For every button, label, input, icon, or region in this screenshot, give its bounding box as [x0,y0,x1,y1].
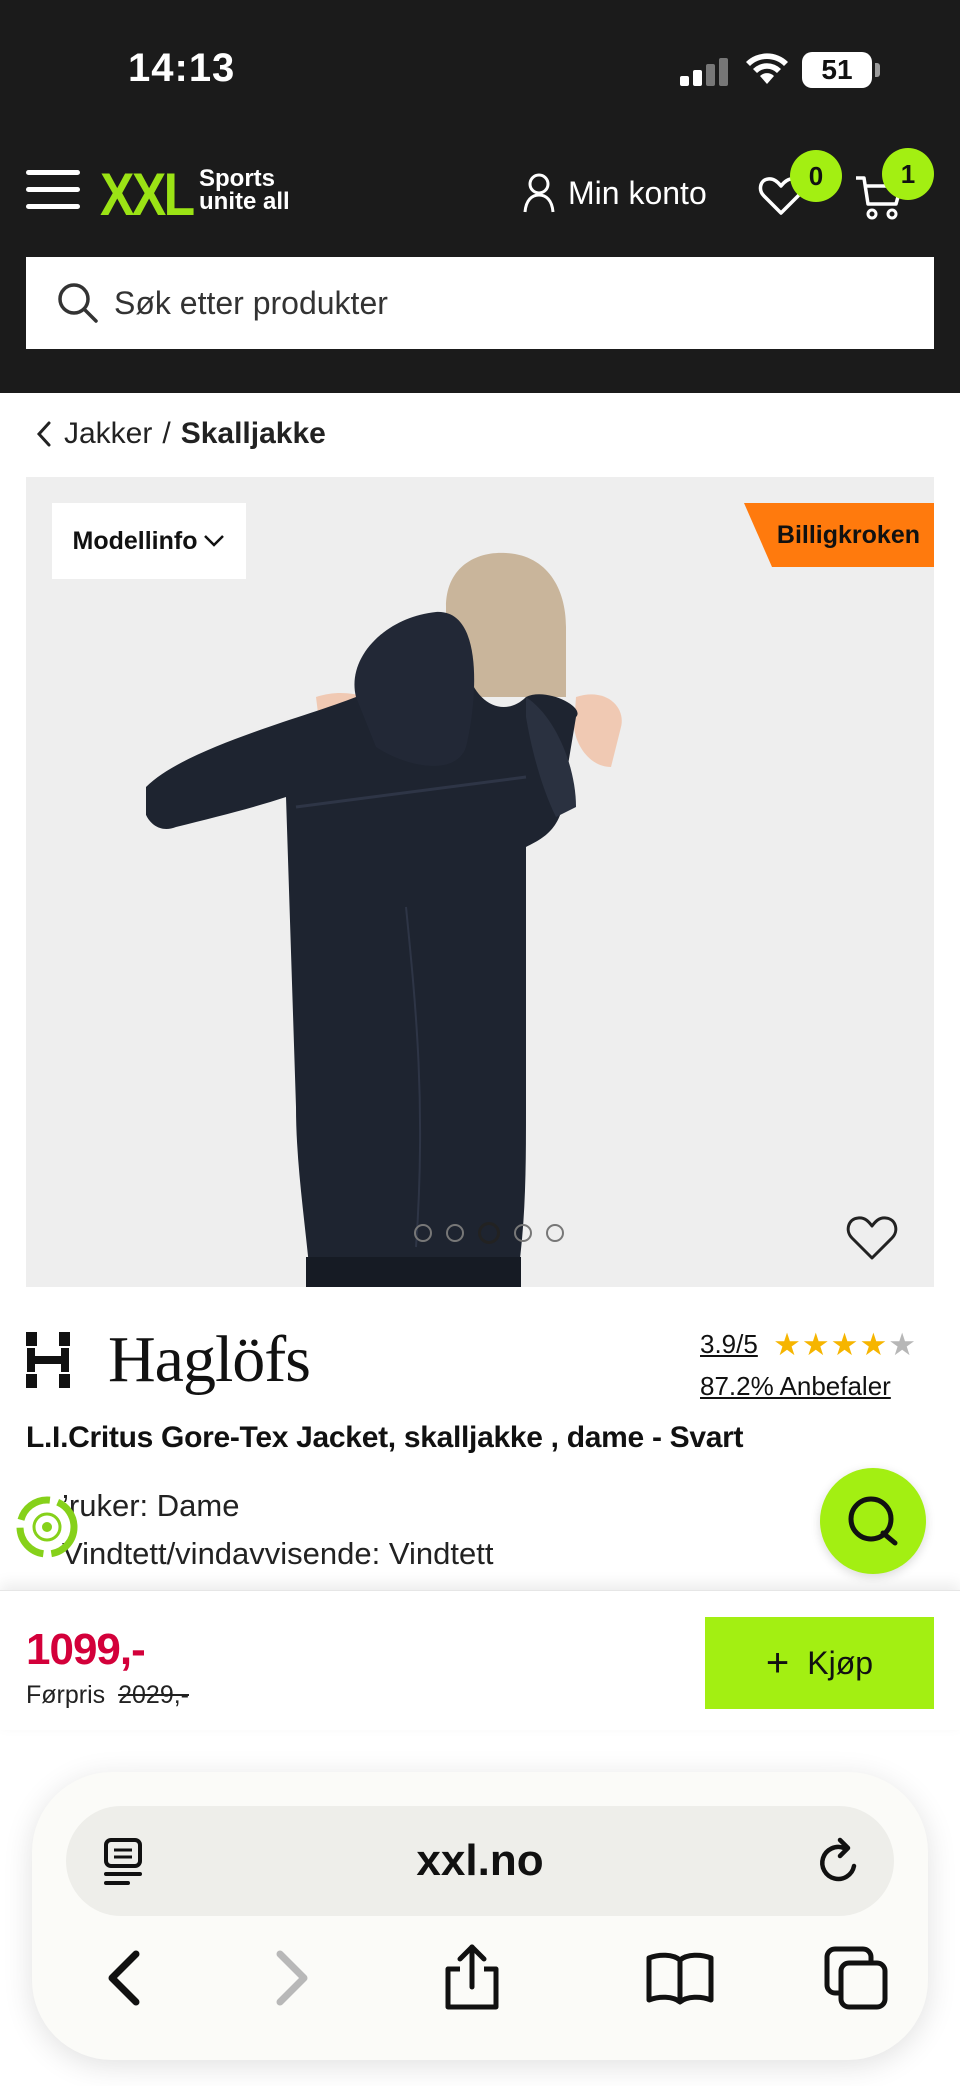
chevron-down-icon [204,535,225,547]
recommend-rate[interactable]: 87.2% Anbefaler [700,1371,917,1402]
star-icon: ★ [801,1327,831,1362]
gallery-dot[interactable] [414,1224,432,1242]
buy-button[interactable]: + Kjøp [705,1617,934,1709]
breadcrumb-parent-link[interactable]: Jakker [34,417,152,451]
book-icon [646,1952,714,2005]
product-gallery[interactable]: Modellinfo Billigkroken [26,477,934,1287]
product-image [146,552,622,1287]
wifi-icon [746,53,788,84]
browser-nav [32,1940,928,2030]
product-title: L.I.Critus Gore-Tex Jacket, skalljakke ,… [26,1421,744,1454]
gallery-dot[interactable] [446,1224,464,1242]
model-info-button[interactable]: Modellinfo [52,503,246,579]
haglofs-logo-icon [26,1332,70,1388]
breadcrumb: Jakker / Skalljakke [34,412,326,456]
site-header: 14:13 51 XXL Sports unite all Min konto … [0,0,960,393]
account-link[interactable]: Min konto [522,168,707,218]
back-button[interactable] [86,1940,162,2016]
promo-ribbon: Billigkroken [744,503,934,567]
search-placeholder: Søk etter produkter [114,284,388,321]
star-icon: ★ [830,1327,860,1362]
gallery-dot[interactable] [546,1224,564,1242]
gallery-dot-active[interactable] [478,1222,500,1244]
star-icon: ★ [859,1327,889,1362]
share-button[interactable] [434,1940,510,2016]
favorite-button[interactable] [844,1212,900,1264]
tabs-button[interactable] [818,1940,894,2016]
search-icon [58,283,98,323]
rating-stars: ★★★★★ [773,1327,917,1363]
url-host: xxl.no [416,1836,544,1885]
star-icon: ★ [888,1327,918,1362]
plus-icon: + [765,1640,790,1685]
chevron-left-icon [36,421,51,447]
gallery-pagination [414,1222,564,1244]
cellular-signal-icon [680,56,730,86]
eco-badge-icon[interactable] [16,1496,78,1558]
current-price: 1099,- [26,1625,146,1674]
share-icon [445,1944,499,2010]
menu-button[interactable] [26,170,80,210]
rating-score[interactable]: 3.9/5 [700,1329,758,1359]
chat-icon [848,1496,898,1546]
cart-button[interactable]: 1 [854,148,934,222]
hamburger-icon [26,170,80,175]
chevron-right-icon [276,1950,308,2006]
browser-toolbar: xxl.no [32,1772,928,2060]
cart-count-badge: 1 [882,148,934,200]
chat-button[interactable] [820,1468,926,1574]
bookmarks-button[interactable] [642,1940,718,2016]
tabs-icon [824,1946,888,2010]
spec-wind: Vindtett/vindavvisende: Vindtett [62,1536,494,1571]
price-bar: 1099,- Førpris 2029,- + Kjøp [0,1590,960,1730]
search-input[interactable]: Søk etter produkter [26,257,934,349]
chevron-left-icon [108,1950,140,2006]
status-time: 14:13 [128,46,236,90]
previous-price: Førpris 2029,- [26,1681,189,1709]
product-rating: 3.9/5 ★★★★★ 87.2% Anbefaler [700,1327,917,1402]
battery-indicator: 51 [802,52,880,88]
breadcrumb-current: Skalljakke [180,417,326,450]
reload-icon[interactable] [814,1836,864,1888]
heart-icon [846,1216,898,1260]
xxl-logo[interactable]: XXL [100,160,195,229]
star-icon: ★ [773,1327,802,1362]
spec-user: ’ruker: Dame [62,1488,240,1523]
address-bar[interactable]: xxl.no [66,1806,894,1916]
wishlist-button[interactable]: 0 [756,150,842,220]
wishlist-count-badge: 0 [790,150,842,202]
user-icon [523,173,555,213]
forward-button[interactable] [254,1940,330,2016]
brand-logo[interactable]: Haglöfs [26,1322,311,1398]
logo-tagline: Sports unite all [199,165,290,215]
gallery-dot[interactable] [514,1224,532,1242]
